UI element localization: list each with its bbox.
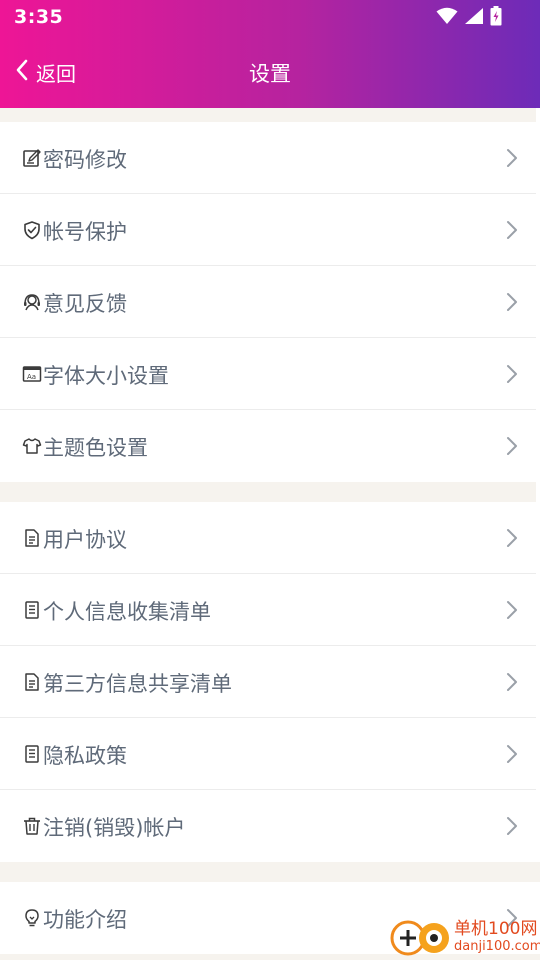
settings-item-label: 隐私政策 [43, 744, 127, 768]
settings-item-personal-info-list[interactable]: 个人信息收集清单 [0, 574, 540, 646]
settings-item-label: 字体大小设置 [43, 364, 169, 388]
chevron-right-icon [506, 600, 518, 620]
chevron-right-icon [506, 816, 518, 836]
chevron-right-icon [506, 364, 518, 384]
chevron-right-icon [506, 148, 518, 168]
settings-item-label: 意见反馈 [43, 292, 127, 316]
settings-item-theme-color[interactable]: 主题色设置 [0, 410, 540, 482]
tshirt-icon [22, 436, 42, 456]
settings-item-label: 注销(销毁)帐户 [43, 816, 186, 840]
status-time: 3:35 [14, 6, 64, 28]
settings-group-legal: 用户协议 个人信息收集清单 第三方信息共享清单 隐私政策 注销(销毁)帐户 [0, 502, 540, 862]
chevron-right-icon [506, 672, 518, 692]
shield-icon [22, 220, 42, 240]
settings-screen: 3:35 返回 设置 密码修改 帐号保护 意见反馈 Aa 字体大小设置 主题色设… [0, 0, 540, 960]
navigation-bar: 返回 设置 [0, 36, 540, 108]
settings-item-label: 密码修改 [43, 148, 127, 172]
edit-icon [22, 148, 42, 168]
settings-item-label: 第三方信息共享清单 [43, 672, 232, 696]
settings-group-account: 密码修改 帐号保护 意见反馈 Aa 字体大小设置 主题色设置 [0, 122, 540, 482]
chevron-right-icon [506, 528, 518, 548]
document-icon [22, 528, 42, 548]
chevron-right-icon [506, 744, 518, 764]
list-document-icon [22, 744, 42, 764]
lightbulb-icon [22, 908, 42, 928]
font-size-icon: Aa [22, 364, 42, 384]
settings-item-password[interactable]: 密码修改 [0, 122, 540, 194]
svg-text:Aa: Aa [27, 373, 36, 381]
signal-icon [464, 7, 484, 29]
settings-item-user-agreement[interactable]: 用户协议 [0, 502, 540, 574]
chevron-right-icon [506, 220, 518, 240]
trash-icon [22, 816, 42, 836]
settings-item-font-size[interactable]: Aa 字体大小设置 [0, 338, 540, 410]
settings-item-label: 用户协议 [43, 528, 127, 552]
settings-item-feedback[interactable]: 意见反馈 [0, 266, 540, 338]
scroll-edge [536, 108, 540, 806]
watermark-url: danji100.com [454, 939, 540, 954]
settings-item-label: 个人信息收集清单 [43, 600, 211, 624]
settings-list: 密码修改 帐号保护 意见反馈 Aa 字体大小设置 主题色设置 用户协议 个人信息… [0, 108, 540, 954]
list-document-icon [22, 600, 42, 620]
settings-item-third-party-sharing[interactable]: 第三方信息共享清单 [0, 646, 540, 718]
settings-item-account-protection[interactable]: 帐号保护 [0, 194, 540, 266]
settings-item-privacy-policy[interactable]: 隐私政策 [0, 718, 540, 790]
watermark: 单机100网 danji100.com [390, 914, 540, 960]
document-icon [22, 672, 42, 692]
header: 3:35 返回 设置 [0, 0, 540, 108]
settings-item-label: 功能介绍 [43, 908, 127, 932]
settings-item-delete-account[interactable]: 注销(销毁)帐户 [0, 790, 540, 862]
wifi-icon [436, 7, 458, 29]
battery-icon [490, 6, 502, 30]
page-title: 设置 [249, 62, 291, 86]
watermark-text: 单机100网 danji100.com [454, 919, 540, 955]
watermark-logo-icon [390, 917, 452, 957]
settings-item-label: 主题色设置 [43, 436, 148, 460]
watermark-name: 单机100网 [454, 919, 538, 939]
chevron-right-icon [506, 436, 518, 456]
settings-item-label: 帐号保护 [43, 220, 127, 244]
status-bar: 3:35 [0, 0, 540, 36]
status-icons [436, 6, 502, 30]
chevron-right-icon [506, 292, 518, 312]
headset-icon [22, 292, 42, 312]
